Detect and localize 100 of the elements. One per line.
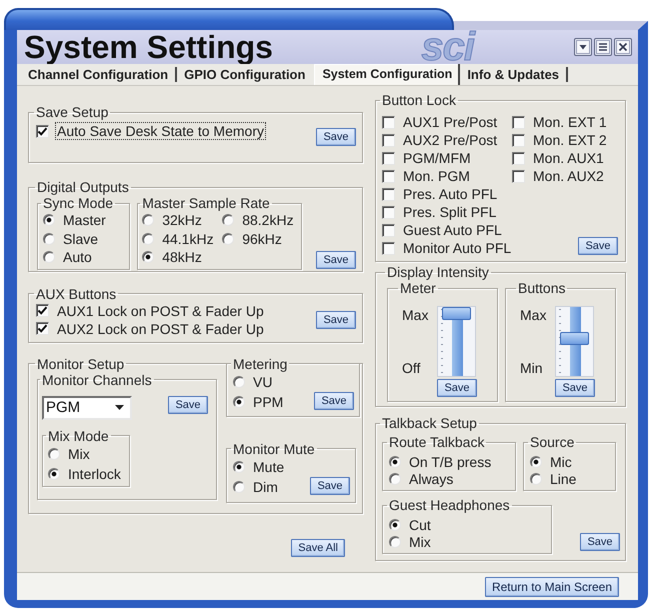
- radio-button[interactable]: [48, 448, 60, 460]
- radio-button[interactable]: [389, 456, 401, 468]
- radio-label[interactable]: Master: [61, 211, 108, 230]
- checkbox[interactable]: [512, 170, 525, 182]
- radio-button[interactable]: [233, 460, 245, 472]
- radio-button[interactable]: [233, 376, 245, 388]
- save-button[interactable]: Save: [316, 128, 356, 146]
- group-title: Buttons: [517, 280, 566, 296]
- radio-label[interactable]: Interlock: [66, 464, 123, 482]
- checkbox-label[interactable]: AUX1 Pre/Post: [401, 113, 500, 131]
- slider-track[interactable]: [555, 306, 594, 377]
- checkbox-label[interactable]: Monitor Auto PFL: [401, 239, 514, 257]
- slider-thumb[interactable]: [442, 307, 471, 320]
- tab[interactable]: System Configuration: [314, 64, 460, 85]
- save-button[interactable]: Save: [578, 237, 618, 255]
- checkbox-label[interactable]: AUX2 Lock on POST & Fader Up: [55, 320, 266, 338]
- radio-button[interactable]: [389, 536, 401, 548]
- checkbox[interactable]: [382, 152, 395, 164]
- radio-label[interactable]: 96kHz: [240, 230, 284, 248]
- checkbox-label[interactable]: Guest Auto PFL: [401, 221, 504, 239]
- checkbox-label[interactable]: Mon. AUX1: [531, 149, 606, 167]
- radio-button[interactable]: [233, 480, 245, 492]
- radio-button[interactable]: [43, 214, 55, 226]
- slider-thumb[interactable]: [560, 332, 589, 346]
- checkbox-label[interactable]: Pres. Split PFL: [401, 203, 498, 221]
- radio-button[interactable]: [142, 232, 154, 245]
- radio-label[interactable]: VU: [251, 372, 274, 390]
- save-button[interactable]: Save: [437, 379, 477, 397]
- checkbox-label[interactable]: Mon. AUX2: [531, 167, 606, 185]
- radio-label[interactable]: Auto: [61, 248, 94, 266]
- slider-track[interactable]: [437, 306, 476, 377]
- radio-label[interactable]: Mix: [66, 444, 92, 462]
- checkbox-label[interactable]: Mon. EXT 1: [531, 113, 609, 131]
- radio-label[interactable]: Mute: [251, 458, 286, 476]
- radio-label[interactable]: PPM: [251, 392, 286, 410]
- radio-button[interactable]: [142, 214, 154, 226]
- save-button[interactable]: Save: [310, 476, 350, 494]
- checkbox[interactable]: [382, 134, 395, 146]
- close-icon[interactable]: [614, 38, 632, 56]
- tab[interactable]: Info & Updates: [460, 67, 568, 82]
- radio-button[interactable]: [233, 396, 245, 408]
- radio-button[interactable]: [142, 251, 154, 264]
- save-button[interactable]: Save: [314, 392, 354, 410]
- radio-button[interactable]: [389, 518, 401, 530]
- checkbox[interactable]: [36, 322, 49, 335]
- checkbox[interactable]: [382, 224, 395, 236]
- checkbox[interactable]: [382, 206, 395, 218]
- checkbox-label[interactable]: Auto Save Desk State to Memory: [55, 122, 266, 140]
- save-button[interactable]: Save: [555, 379, 595, 397]
- save-button[interactable]: Save: [168, 396, 208, 414]
- save-button[interactable]: Save: [316, 250, 356, 268]
- group-title: Guest Headphones: [388, 497, 511, 513]
- checkbox[interactable]: [382, 170, 395, 182]
- tab[interactable]: Channel Configuration: [21, 67, 178, 82]
- radio-label[interactable]: Cut: [407, 516, 433, 534]
- checkbox-label[interactable]: Mon. PGM: [401, 167, 472, 185]
- checkbox[interactable]: [36, 304, 49, 317]
- dropdown[interactable]: PGM: [42, 396, 132, 420]
- checkbox[interactable]: [512, 152, 525, 164]
- minimize-icon[interactable]: [574, 38, 592, 56]
- checkbox[interactable]: [36, 124, 49, 138]
- radio-button[interactable]: [222, 232, 234, 245]
- checkbox-label[interactable]: AUX1 Lock on POST & Fader Up: [55, 302, 266, 320]
- radio-label[interactable]: Mic: [548, 452, 574, 470]
- checkbox[interactable]: [382, 242, 395, 254]
- radio-label[interactable]: Mix: [407, 532, 433, 550]
- group-title: Route Talkback: [388, 434, 486, 450]
- group-title: Button Lock: [381, 92, 457, 108]
- save-button[interactable]: Save: [580, 533, 620, 551]
- group-title: Save Setup: [35, 104, 110, 120]
- maximize-icon[interactable]: [594, 38, 612, 56]
- radio-button[interactable]: [530, 472, 542, 484]
- save-all-button[interactable]: Save All: [291, 538, 345, 556]
- tab[interactable]: GPIO Configuration: [177, 67, 314, 82]
- checkbox[interactable]: [512, 134, 525, 146]
- radio-label[interactable]: Always: [407, 470, 456, 488]
- radio-button[interactable]: [222, 214, 234, 226]
- checkbox-label[interactable]: PGM/MFM: [401, 149, 473, 167]
- radio-label[interactable]: Line: [548, 470, 578, 488]
- radio-button[interactable]: [48, 468, 60, 480]
- save-button[interactable]: Save: [316, 310, 356, 328]
- radio-label[interactable]: 44.1kHz: [160, 230, 216, 248]
- radio-button[interactable]: [43, 232, 55, 245]
- checkbox[interactable]: [382, 188, 395, 200]
- return-button[interactable]: Return to Main Screen: [484, 576, 619, 596]
- radio-button[interactable]: [43, 251, 55, 264]
- radio-button[interactable]: [530, 456, 542, 468]
- slider-min-label: Min: [519, 359, 544, 377]
- checkbox[interactable]: [512, 116, 525, 128]
- radio-button[interactable]: [389, 472, 401, 484]
- radio-label[interactable]: 88.2kHz: [240, 211, 296, 230]
- checkbox-label[interactable]: AUX2 Pre/Post: [401, 131, 500, 149]
- radio-label[interactable]: Dim: [251, 478, 280, 496]
- radio-label[interactable]: 48kHz: [160, 248, 204, 266]
- checkbox-label[interactable]: Mon. EXT 2: [531, 131, 609, 149]
- radio-label[interactable]: 32kHz: [160, 211, 204, 230]
- checkbox-label[interactable]: Pres. Auto PFL: [401, 185, 500, 203]
- radio-label[interactable]: On T/B press: [407, 452, 494, 470]
- checkbox[interactable]: [382, 116, 395, 128]
- radio-label[interactable]: Slave: [61, 230, 100, 248]
